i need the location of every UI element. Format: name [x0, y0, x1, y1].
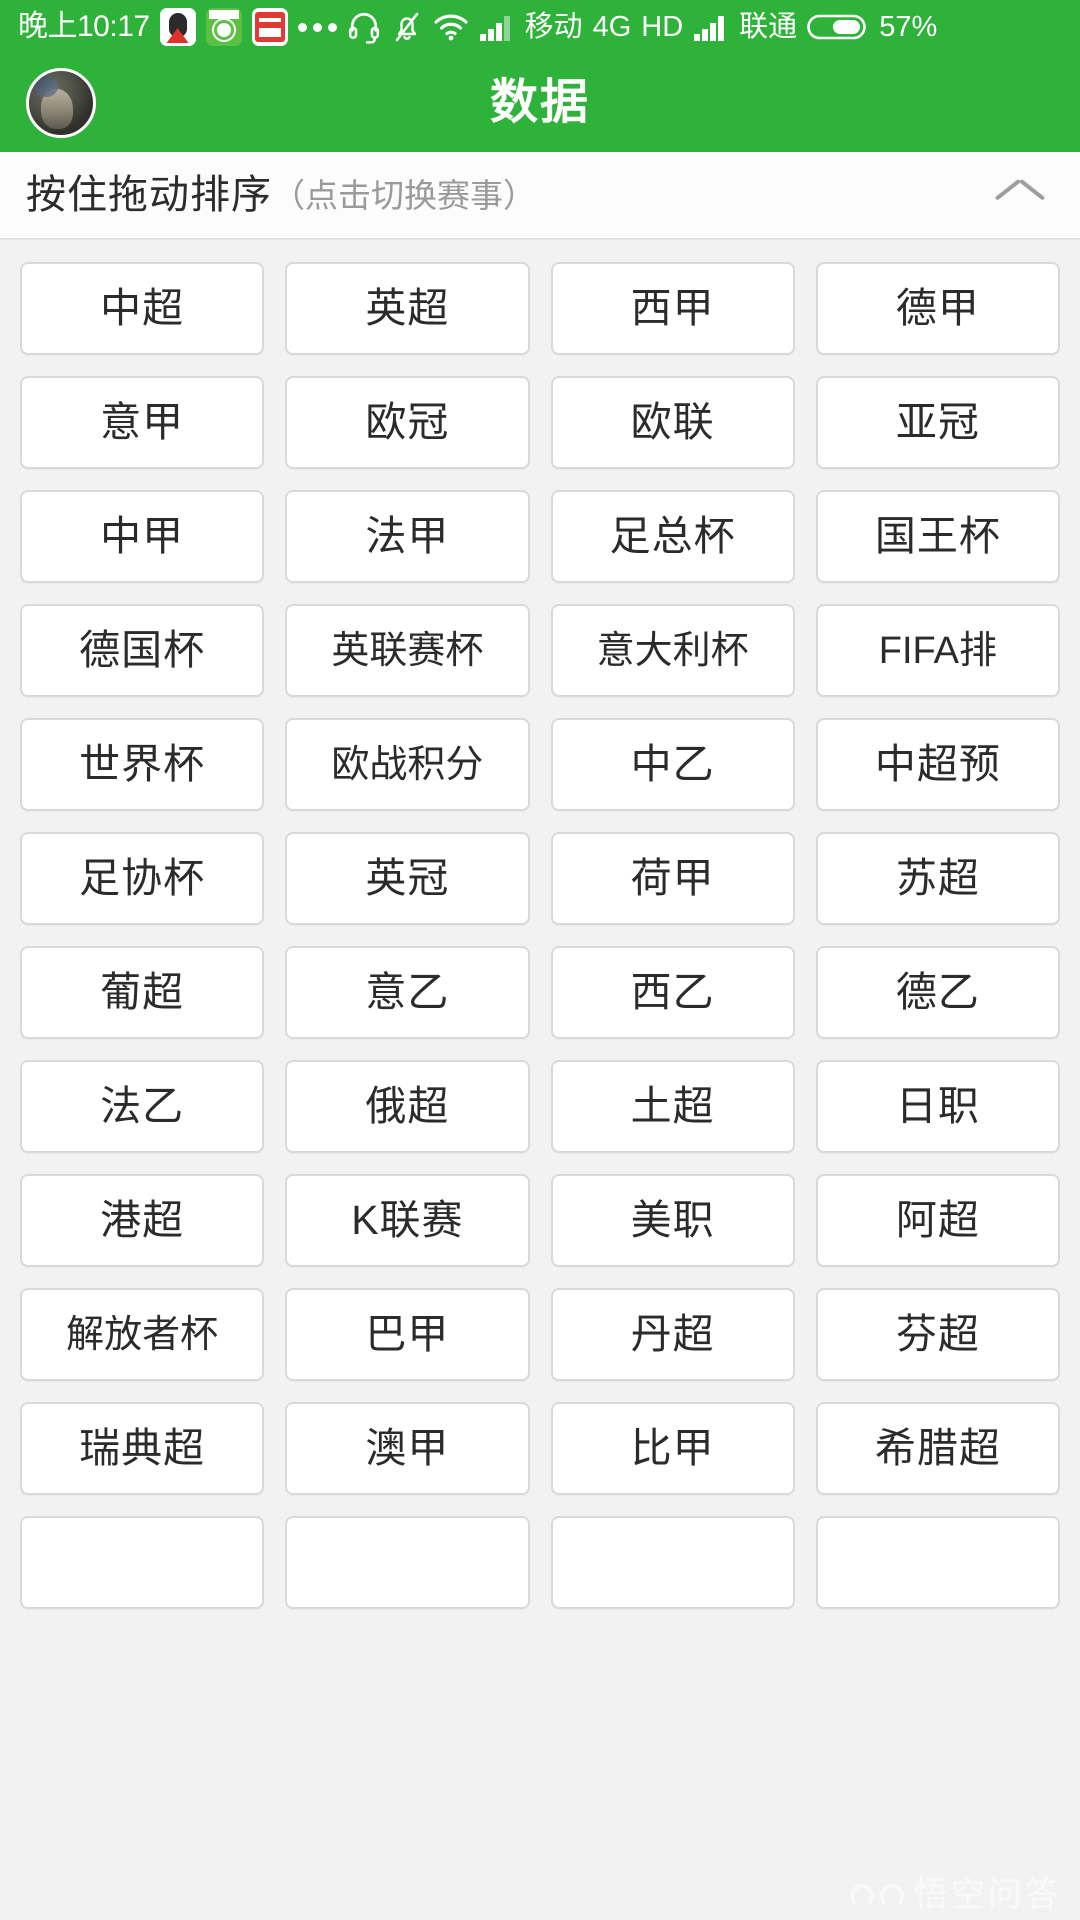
league-tile[interactable]: 意甲	[20, 376, 265, 469]
app-header: 数据	[0, 54, 1080, 152]
league-tile[interactable]: 港超	[20, 1174, 265, 1267]
league-tile[interactable]: 美职	[550, 1174, 795, 1267]
signal-bars-icon-2	[693, 12, 729, 42]
sort-hint-title: 按住拖动排序	[26, 173, 272, 217]
league-tile[interactable]: 西甲	[550, 262, 795, 355]
league-tile[interactable]: 德国杯	[20, 604, 265, 697]
league-tile[interactable]: 足协杯	[20, 832, 265, 925]
headset-icon	[347, 10, 381, 44]
league-tile[interactable]	[285, 1516, 530, 1609]
status-bar: 晚上10:17 移动 4G HD 联通 57%	[0, 0, 1080, 54]
league-tile[interactable]: 芬超	[815, 1288, 1060, 1381]
hd-label: HD	[641, 10, 684, 43]
wukong-logo-icon	[850, 1878, 904, 1912]
league-tile[interactable]: 中超预	[815, 718, 1060, 811]
league-tile[interactable]: 英联赛杯	[285, 604, 530, 697]
league-tile[interactable]: K联赛	[285, 1174, 530, 1267]
league-tile[interactable]: 欧联	[550, 376, 795, 469]
league-tile[interactable]: 荷甲	[550, 832, 795, 925]
watermark: 悟空问答	[850, 1878, 1062, 1912]
league-tile[interactable]: 瑞典超	[20, 1402, 265, 1495]
league-tile[interactable]: 比甲	[550, 1402, 795, 1495]
chevron-up-icon[interactable]	[996, 171, 1044, 219]
avatar[interactable]	[26, 68, 96, 138]
network-type-label: 4G	[592, 10, 632, 43]
league-grid: 中超 英超 西甲 德甲意甲 欧冠 欧联 亚冠中甲 法甲 足总杯 国王杯德国杯 英联赛杯 意大利杯 FIF…	[20, 262, 1060, 1609]
sort-hint-subtitle: （点击切换赛事）	[272, 176, 536, 214]
watermark-text: 悟空问答	[914, 1876, 1062, 1914]
league-tile[interactable]: 国王杯	[815, 490, 1060, 583]
league-tile[interactable]: FIFA排	[815, 604, 1060, 697]
league-tile[interactable]: 中超	[20, 262, 265, 355]
league-tile[interactable]: 解放者杯	[20, 1288, 265, 1381]
league-tile[interactable]: 澳甲	[285, 1402, 530, 1495]
league-tile[interactable]: 希腊超	[815, 1402, 1060, 1495]
league-tile[interactable]: 亚冠	[815, 376, 1060, 469]
league-grid-container: 中超 英超 西甲 德甲意甲 欧冠 欧联 亚冠中甲 法甲 足总杯 国王杯德国杯 英联赛杯 意大利杯 FIF…	[0, 240, 1080, 1920]
league-tile[interactable]: 德乙	[815, 946, 1060, 1039]
toutiao-icon	[251, 8, 288, 46]
battery-icon	[807, 12, 869, 42]
qq-icon	[159, 8, 196, 46]
league-tile[interactable]	[815, 1516, 1060, 1609]
league-tile[interactable]: 世界杯	[20, 718, 265, 811]
wifi-icon	[433, 12, 469, 42]
league-tile[interactable]: 意大利杯	[550, 604, 795, 697]
signal-bars-icon-1	[479, 12, 515, 42]
league-tile[interactable]: 苏超	[815, 832, 1060, 925]
status-time: 晚上10:17	[18, 10, 150, 43]
league-tile[interactable]: 俄超	[285, 1060, 530, 1153]
bell-muted-icon	[391, 10, 423, 44]
league-tile[interactable]: 足总杯	[550, 490, 795, 583]
league-tile[interactable]: 欧战积分	[285, 718, 530, 811]
page-title: 数据	[489, 76, 590, 129]
league-tile[interactable]	[20, 1516, 265, 1609]
battery-percent-label: 57%	[879, 10, 938, 43]
league-tile[interactable]	[550, 1516, 795, 1609]
league-tile[interactable]: 德甲	[815, 262, 1060, 355]
league-tile[interactable]: 土超	[550, 1060, 795, 1153]
more-dots-icon	[297, 22, 337, 32]
league-tile[interactable]: 意乙	[285, 946, 530, 1039]
league-tile[interactable]: 丹超	[550, 1288, 795, 1381]
league-tile[interactable]: 西乙	[550, 946, 795, 1039]
league-tile[interactable]: 法甲	[285, 490, 530, 583]
league-tile[interactable]: 中甲	[20, 490, 265, 583]
sort-section-header[interactable]: 按住拖动排序 （点击切换赛事）	[0, 152, 1080, 240]
carrier-secondary-label: 联通	[739, 10, 798, 43]
league-tile[interactable]: 英超	[285, 262, 530, 355]
league-tile[interactable]: 巴甲	[285, 1288, 530, 1381]
league-tile[interactable]: 日职	[815, 1060, 1060, 1153]
league-tile[interactable]: 法乙	[20, 1060, 265, 1153]
league-tile[interactable]: 中乙	[550, 718, 795, 811]
league-tile[interactable]: 英冠	[285, 832, 530, 925]
league-tile[interactable]: 阿超	[815, 1174, 1060, 1267]
league-tile[interactable]: 葡超	[20, 946, 265, 1039]
carrier-primary-label: 移动	[524, 10, 583, 43]
league-tile[interactable]: 欧冠	[285, 376, 530, 469]
green-app-icon	[205, 8, 242, 46]
